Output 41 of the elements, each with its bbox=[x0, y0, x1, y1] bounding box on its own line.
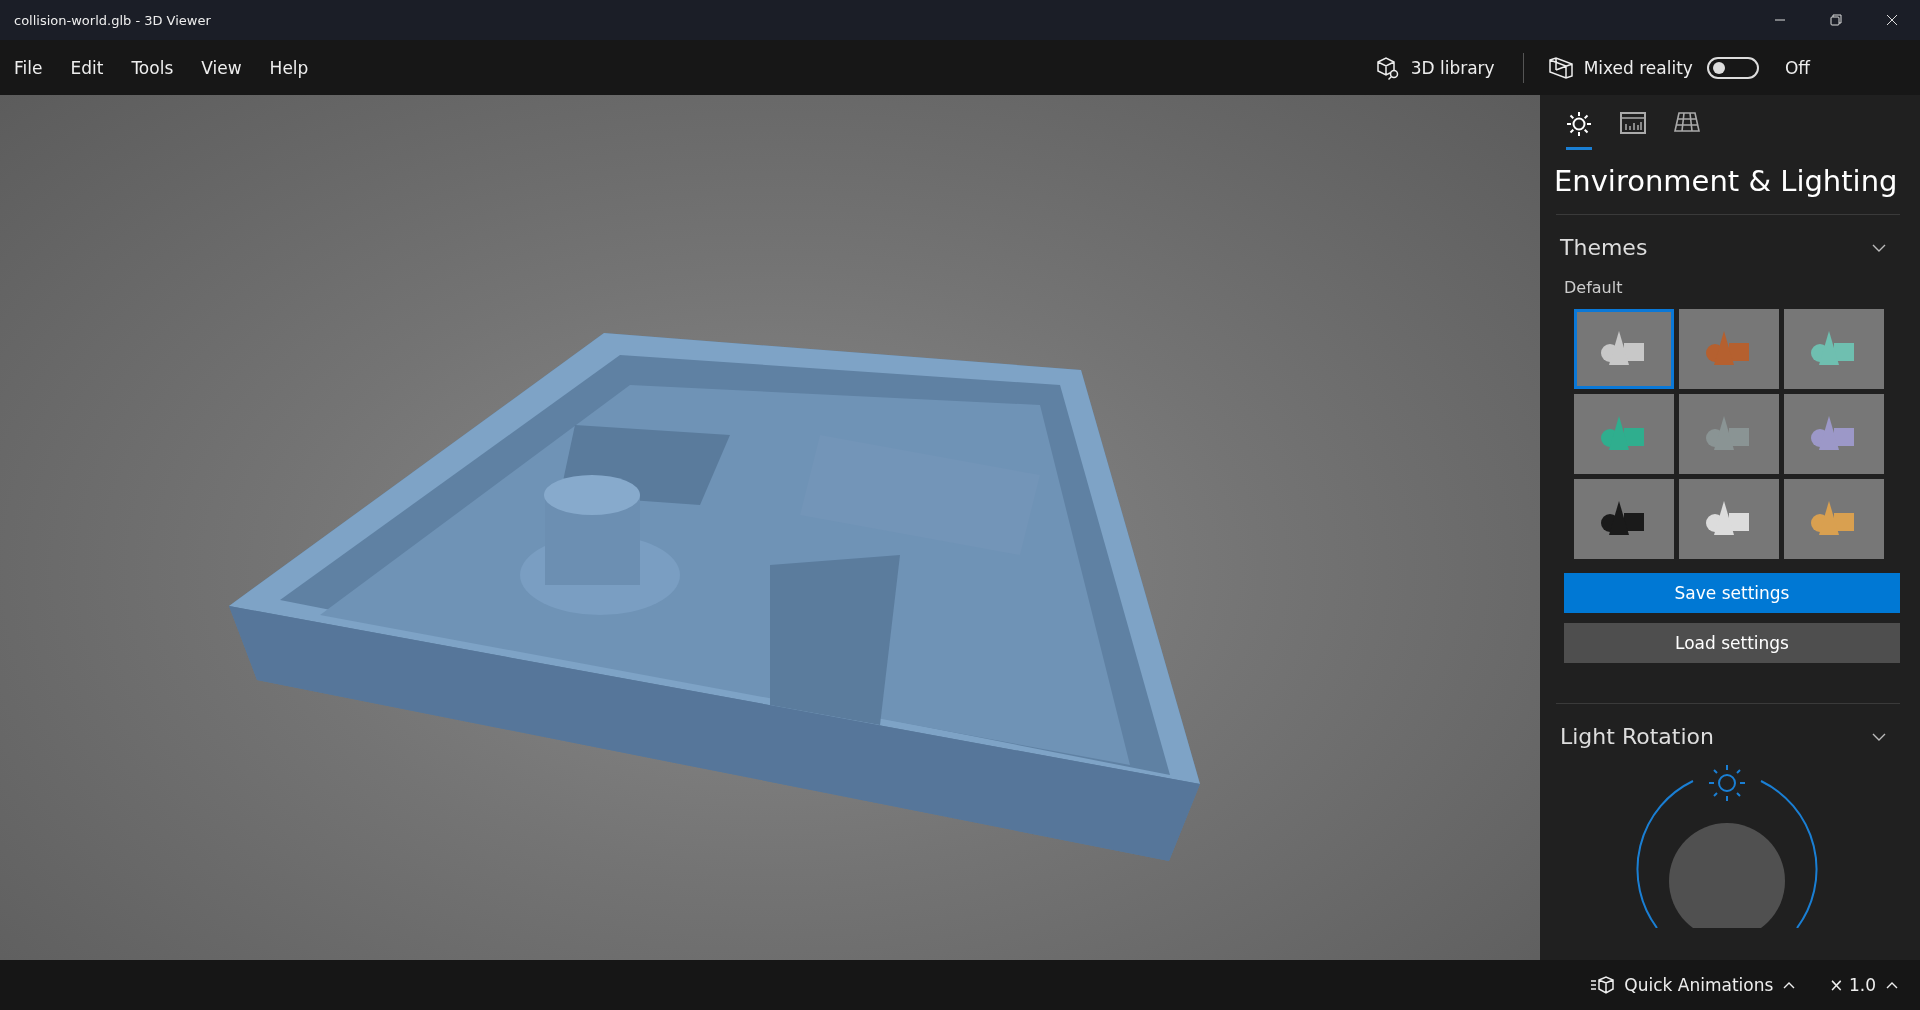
close-icon[interactable] bbox=[1886, 14, 1898, 26]
grid-icon bbox=[1674, 111, 1700, 133]
caret-up-icon bbox=[1783, 981, 1796, 989]
theme-thumbnail[interactable] bbox=[1784, 394, 1884, 474]
window-title: collision-world.glb - 3D Viewer bbox=[14, 12, 211, 28]
section-heading: Light Rotation bbox=[1560, 724, 1714, 749]
theme-thumbnail[interactable] bbox=[1574, 479, 1674, 559]
section-heading: Themes bbox=[1560, 235, 1648, 260]
quick-animations-button[interactable]: Quick Animations bbox=[1586, 971, 1800, 999]
menu-item[interactable]: File bbox=[14, 57, 43, 78]
theme-thumbnail[interactable] bbox=[1574, 309, 1674, 389]
menu-item[interactable]: View bbox=[201, 57, 242, 78]
menu-item[interactable]: Edit bbox=[70, 57, 104, 78]
menu-item[interactable]: Tools bbox=[131, 57, 174, 78]
caret-up-icon bbox=[1886, 981, 1898, 989]
chevron-down-icon[interactable] bbox=[1872, 732, 1886, 741]
cube-search-icon bbox=[1374, 54, 1401, 81]
theme-thumbnail[interactable] bbox=[1679, 394, 1779, 474]
panel-tab[interactable] bbox=[1566, 111, 1592, 150]
mixed-reality-icon bbox=[1547, 55, 1574, 80]
load-button[interactable]: Load settings bbox=[1564, 623, 1900, 663]
theme-thumbnail[interactable] bbox=[1679, 479, 1779, 559]
theme-thumbnail[interactable] bbox=[1784, 309, 1884, 389]
current-theme: Default bbox=[1564, 278, 1624, 297]
chart-icon bbox=[1620, 111, 1646, 135]
save-button[interactable]: Save settings bbox=[1564, 573, 1900, 613]
menu-item[interactable]: Help bbox=[269, 57, 309, 78]
animation-cube-icon bbox=[1590, 976, 1615, 994]
sun-icon bbox=[1566, 111, 1592, 137]
mixed-reality-toggle[interactable] bbox=[1706, 56, 1759, 79]
viewport[interactable] bbox=[0, 95, 1540, 960]
toggle-state: Off bbox=[1784, 57, 1810, 78]
library-button[interactable]: 3D library bbox=[1370, 50, 1499, 85]
panel-title: Environment & Lighting bbox=[1554, 164, 1899, 198]
speed-button[interactable]: × 1.0 bbox=[1825, 971, 1902, 999]
theme-thumbnail[interactable] bbox=[1679, 309, 1779, 389]
restore-icon[interactable] bbox=[1830, 14, 1842, 26]
theme-thumbnail[interactable] bbox=[1574, 394, 1674, 474]
mixed-reality-label: Mixed reality bbox=[1583, 57, 1693, 78]
theme-thumbnail[interactable] bbox=[1784, 479, 1884, 559]
chevron-down-icon[interactable] bbox=[1872, 243, 1886, 252]
